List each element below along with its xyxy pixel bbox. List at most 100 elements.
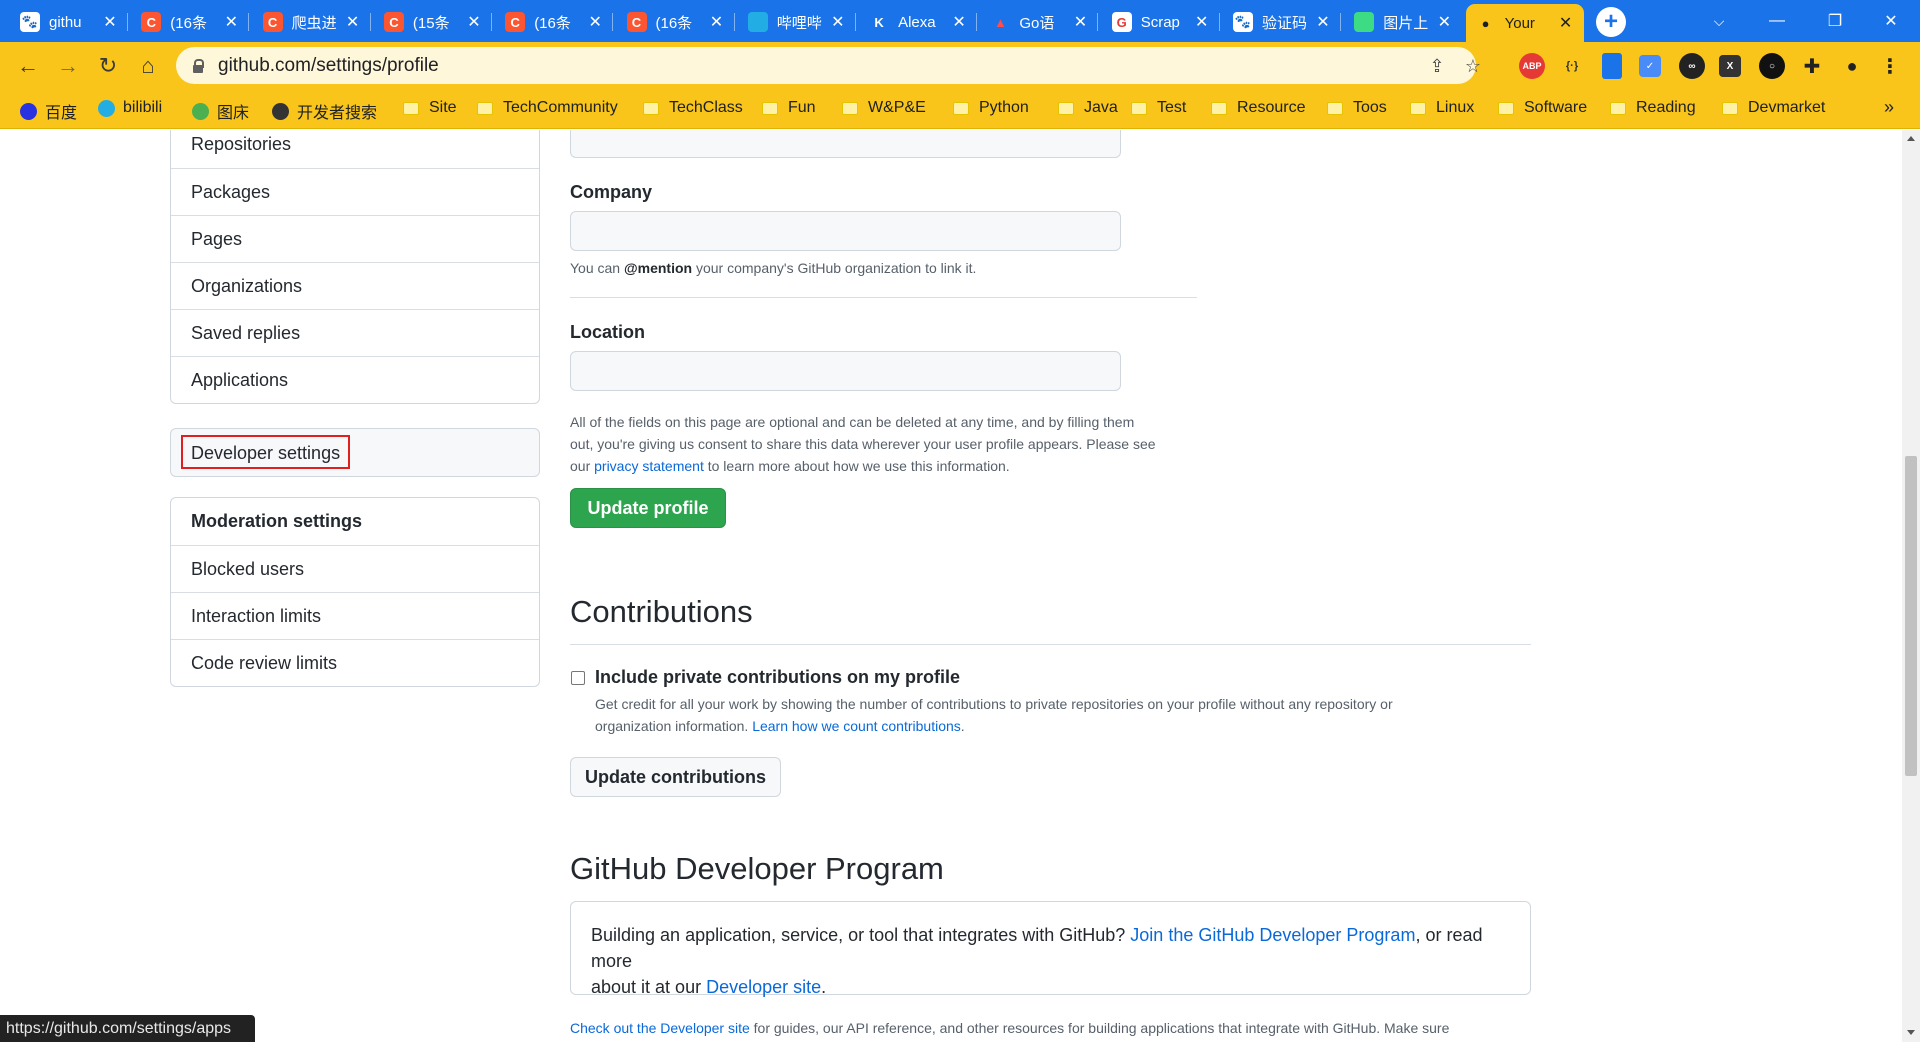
bookmark-label[interactable]: Toos bbox=[1353, 99, 1387, 117]
sidebar-item-organizations[interactable]: Organizations bbox=[171, 262, 539, 309]
tab-title[interactable]: 验证码 bbox=[1262, 12, 1315, 33]
close-tab-icon[interactable]: ✕ bbox=[1315, 12, 1331, 32]
tab-title[interactable]: Scrap bbox=[1141, 14, 1194, 31]
bookmark-item[interactable]: Python bbox=[953, 99, 1029, 117]
lock-icon[interactable] bbox=[192, 58, 204, 73]
translate-extension-icon[interactable]: ✓ bbox=[1639, 55, 1661, 77]
infinity-extension-icon[interactable]: ∞ bbox=[1679, 53, 1705, 79]
bookmark-item[interactable]: Resource bbox=[1211, 99, 1305, 117]
browser-tab[interactable]: C 爬虫进 ✕ bbox=[253, 5, 371, 39]
bookmark-item[interactable]: TechCommunity bbox=[477, 99, 618, 117]
sidebar-item-packages[interactable]: Packages bbox=[171, 168, 539, 215]
tab-title[interactable]: Your bbox=[1505, 15, 1558, 32]
private-contributions-label[interactable]: Include private contributions on my prof… bbox=[595, 667, 960, 688]
tab-title[interactable]: Alexa bbox=[898, 14, 951, 31]
bookmark-label[interactable]: Reading bbox=[1636, 99, 1696, 117]
bookmark-item[interactable]: TechClass bbox=[643, 99, 743, 117]
restore-icon[interactable]: ❐ bbox=[1806, 0, 1864, 42]
home-icon[interactable]: ⌂ bbox=[132, 50, 164, 82]
scroll-down-icon[interactable] bbox=[1907, 1030, 1915, 1035]
bookmark-item[interactable]: Devmarket bbox=[1722, 99, 1825, 117]
bookmark-item[interactable]: 开发者搜索 bbox=[272, 99, 377, 123]
tab-title[interactable]: 哔哩哔 bbox=[777, 12, 830, 33]
browser-tab[interactable]: 哔哩哔 ✕ bbox=[738, 5, 856, 39]
close-tab-icon[interactable]: ✕ bbox=[587, 12, 603, 32]
sidebar-item-applications[interactable]: Applications bbox=[171, 356, 539, 403]
tab-title[interactable]: (15条 bbox=[413, 12, 466, 33]
json-extension-icon[interactable]: {·} bbox=[1559, 53, 1585, 79]
tab-title[interactable]: 爬虫进 bbox=[292, 12, 345, 33]
scrollbar-thumb[interactable] bbox=[1905, 456, 1917, 776]
browser-tab[interactable]: ▲ Go语 ✕ bbox=[980, 5, 1099, 39]
browser-tab[interactable]: C (16条 ✕ bbox=[495, 5, 614, 39]
bookmark-label[interactable]: Site bbox=[429, 99, 457, 117]
browser-tab[interactable]: K Alexa ✕ bbox=[859, 5, 978, 39]
profile-icon[interactable]: ● bbox=[1839, 53, 1865, 79]
learn-contributions-link[interactable]: Learn how we count contributions bbox=[752, 718, 961, 734]
bookmark-item[interactable]: 百度 bbox=[20, 99, 77, 123]
tab-search-icon[interactable]: ⌵ bbox=[1690, 0, 1748, 42]
page-scrollbar[interactable] bbox=[1902, 130, 1920, 1042]
scroll-up-icon[interactable] bbox=[1907, 136, 1915, 141]
bookmark-item[interactable]: Linux bbox=[1410, 99, 1474, 117]
bookmark-label[interactable]: bilibili bbox=[123, 99, 162, 117]
private-contributions-checkbox[interactable] bbox=[571, 671, 585, 685]
close-tab-icon[interactable]: ✕ bbox=[1194, 12, 1210, 32]
bookmark-label[interactable]: Python bbox=[979, 99, 1029, 117]
bookmark-item[interactable]: Test bbox=[1131, 99, 1186, 117]
x-extension-icon[interactable]: X bbox=[1719, 55, 1741, 77]
tab-title[interactable]: (16条 bbox=[170, 12, 223, 33]
update-contributions-button[interactable]: Update contributions bbox=[570, 757, 781, 797]
bookmark-label[interactable]: TechClass bbox=[669, 99, 743, 117]
bookmark-label[interactable]: 开发者搜索 bbox=[297, 99, 377, 123]
url-text[interactable]: github.com/settings/profile bbox=[218, 55, 439, 77]
blog-input[interactable] bbox=[570, 130, 1121, 158]
browser-tab[interactable]: C (16条 ✕ bbox=[617, 5, 735, 39]
bookmark-item[interactable]: Site bbox=[403, 99, 457, 117]
bookmark-label[interactable]: W&P&E bbox=[868, 99, 926, 117]
circle-extension-icon[interactable]: ○ bbox=[1759, 53, 1785, 79]
tab-title[interactable]: (16条 bbox=[534, 12, 587, 33]
tab-title[interactable]: 图片上 bbox=[1383, 12, 1436, 33]
sidebar-item-pages[interactable]: Pages bbox=[171, 215, 539, 262]
join-developer-program-link[interactable]: Join the GitHub Developer Program bbox=[1130, 925, 1415, 945]
back-icon[interactable]: ← bbox=[12, 50, 44, 82]
close-window-icon[interactable]: ✕ bbox=[1862, 0, 1920, 42]
close-tab-icon[interactable]: ✕ bbox=[830, 12, 846, 32]
browser-tab[interactable]: C (16条 ✕ bbox=[131, 5, 250, 39]
address-bar[interactable]: github.com/settings/profile ⇪ ☆ bbox=[176, 47, 1481, 84]
close-tab-icon[interactable]: ✕ bbox=[1072, 12, 1088, 32]
bookmark-item[interactable]: Toos bbox=[1327, 99, 1387, 117]
bookmark-label[interactable]: Fun bbox=[788, 99, 816, 117]
location-input[interactable] bbox=[570, 351, 1121, 391]
tab-title[interactable]: (16条 bbox=[656, 12, 709, 33]
browser-tab[interactable]: 🐾 githu ✕ bbox=[10, 5, 128, 39]
adblock-extension-icon[interactable]: ABP bbox=[1519, 53, 1545, 79]
sidebar-item-repositories[interactable]: Repositories bbox=[171, 130, 539, 168]
sidebar-item-interaction-limits[interactable]: Interaction limits bbox=[171, 592, 539, 639]
browser-tab[interactable]: ● Your ✕ bbox=[1465, 4, 1584, 42]
bookmark-item[interactable]: Fun bbox=[762, 99, 816, 117]
bookmark-star-icon[interactable]: ☆ bbox=[1462, 55, 1484, 77]
bookmark-label[interactable]: Java bbox=[1084, 99, 1118, 117]
bookmark-item[interactable]: 图床 bbox=[192, 99, 249, 123]
browser-tab[interactable]: 图片上 ✕ bbox=[1344, 5, 1462, 39]
sidebar-item-blocked-users[interactable]: Blocked users bbox=[171, 545, 539, 592]
tab-title[interactable]: Go语 bbox=[1019, 12, 1072, 33]
developer-site-link[interactable]: Developer site bbox=[706, 977, 821, 997]
new-tab-button[interactable]: + bbox=[1596, 7, 1626, 37]
extensions-puzzle-icon[interactable]: ✚ bbox=[1799, 53, 1825, 79]
sidebar-item-code-review-limits[interactable]: Code review limits bbox=[171, 639, 539, 686]
close-tab-icon[interactable]: ✕ bbox=[1558, 13, 1574, 33]
bookmark-label[interactable]: 图床 bbox=[217, 99, 249, 123]
bookmark-item[interactable]: W&P&E bbox=[842, 99, 926, 117]
bookmark-item[interactable]: bilibili bbox=[98, 99, 162, 117]
close-tab-icon[interactable]: ✕ bbox=[466, 12, 482, 32]
bookmark-item[interactable]: Java bbox=[1058, 99, 1118, 117]
minimize-icon[interactable]: — bbox=[1748, 0, 1806, 42]
browser-tab[interactable]: C (15条 ✕ bbox=[374, 5, 492, 39]
close-tab-icon[interactable]: ✕ bbox=[951, 12, 967, 32]
close-tab-icon[interactable]: ✕ bbox=[345, 12, 361, 32]
privacy-statement-link[interactable]: privacy statement bbox=[594, 458, 704, 474]
forward-icon[interactable]: → bbox=[52, 50, 84, 82]
